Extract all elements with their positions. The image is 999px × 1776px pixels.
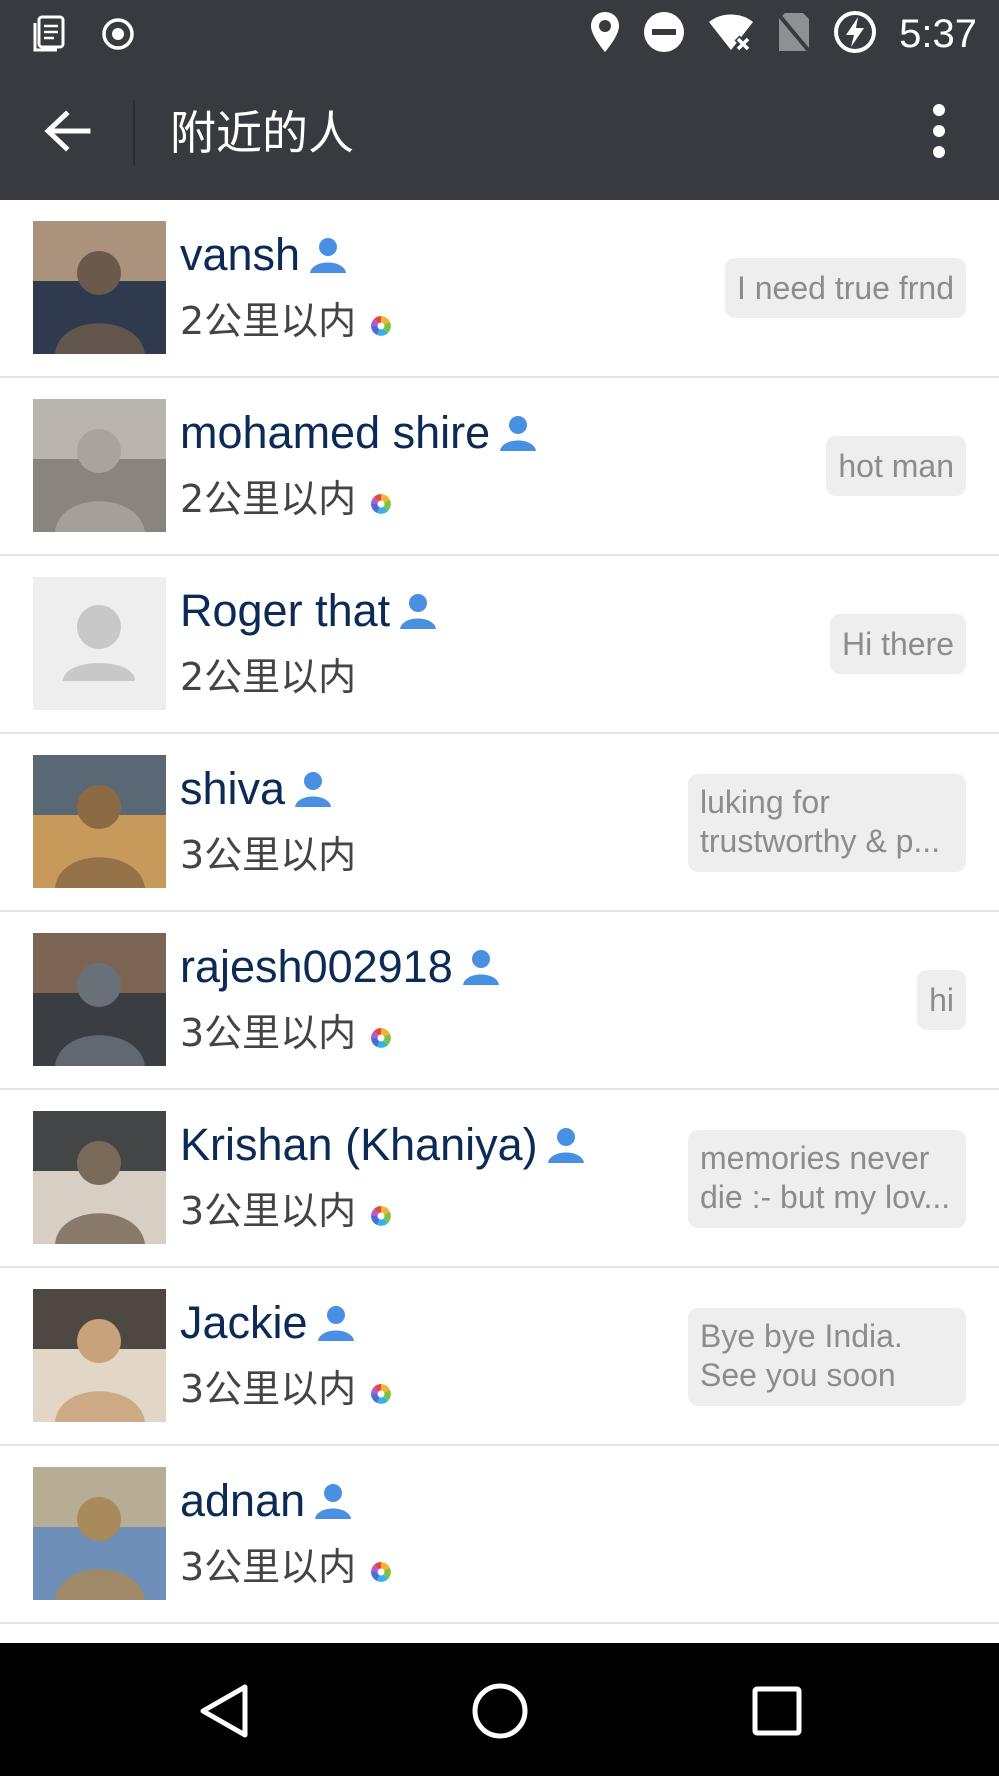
distance-line: 3公里以内 <box>180 1542 392 1592</box>
distance-label: 2公里以内 <box>180 655 357 699</box>
list-item[interactable]: shiva 3公里以内 luking for trustworthy & p... <box>0 734 999 912</box>
status-left <box>30 14 136 58</box>
avatar[interactable] <box>33 933 166 1066</box>
list-item[interactable]: mohamed shire 2公里以内 hot man <box>0 378 999 556</box>
distance-label: 3公里以内 <box>180 1545 357 1589</box>
moments-icon <box>370 1561 392 1583</box>
user-name: vansh <box>180 229 301 280</box>
list-item[interactable]: Roger that 2公里以内 Hi there <box>0 556 999 734</box>
back-button[interactable] <box>32 100 102 166</box>
user-name: mohamed shire <box>180 407 491 458</box>
location-icon <box>589 10 621 58</box>
notes-icon <box>30 14 70 58</box>
nav-back-button[interactable] <box>183 1673 263 1753</box>
name-line: adnan <box>180 1474 353 1528</box>
nav-recents-icon <box>751 1685 803 1741</box>
list-item[interactable]: vansh 2公里以内 I need true frnd <box>0 200 999 378</box>
distance-label: 2公里以内 <box>180 299 357 343</box>
distance-line: 2公里以内 <box>180 652 356 702</box>
avatar[interactable] <box>33 221 166 354</box>
user-name: Jackie <box>180 1297 308 1348</box>
more-options-button[interactable] <box>919 102 959 164</box>
list-item[interactable]: rajesh002918 3公里以内 hi <box>0 912 999 1090</box>
name-line: shiva <box>180 762 333 816</box>
user-name: rajesh002918 <box>180 941 453 992</box>
list-item[interactable]: Krishan (Khaniya) 3公里以内 memories never die… <box>0 1090 999 1268</box>
moments-icon <box>370 1027 392 1049</box>
avatar[interactable] <box>33 1467 166 1600</box>
distance-label: 3公里以内 <box>180 1189 357 1233</box>
status-bar: 5:37 <box>0 0 999 66</box>
male-icon <box>313 1481 353 1521</box>
nav-home-icon <box>470 1681 530 1745</box>
distance-label: 3公里以内 <box>180 1011 357 1055</box>
male-icon <box>398 591 438 631</box>
user-name: shiva <box>180 763 286 814</box>
signature-bubble: hot man <box>826 436 966 496</box>
signature-bubble: memories never die :- but my lov... <box>688 1130 966 1228</box>
arrow-back-icon <box>42 109 92 157</box>
clock: 5:37 <box>899 12 977 56</box>
page-title: 附近的人 <box>170 106 354 160</box>
battery-charging-icon <box>833 10 877 58</box>
avatar[interactable] <box>33 399 166 532</box>
moments-icon <box>370 1205 392 1227</box>
user-name: adnan <box>180 1475 306 1526</box>
nav-recents-button[interactable] <box>737 1673 817 1753</box>
distance-line: 3公里以内 <box>180 1186 392 1236</box>
male-icon <box>498 413 538 453</box>
signature-bubble: Hi there <box>829 614 966 674</box>
signature-bubble: luking for trustworthy & p... <box>688 774 966 872</box>
distance-line: 2公里以内 <box>180 474 392 524</box>
avatar[interactable] <box>33 577 166 710</box>
name-line: Krishan (Khaniya) <box>180 1118 586 1172</box>
signature-bubble: Bye bye India. See you soon <box>688 1308 966 1406</box>
male-icon <box>461 947 501 987</box>
user-name: Krishan (Khaniya) <box>180 1119 538 1170</box>
signature-bubble: I need true frnd <box>724 258 966 318</box>
navigation-bar <box>0 1643 999 1776</box>
nav-home-button[interactable] <box>460 1673 540 1753</box>
nav-back-icon <box>195 1681 251 1745</box>
distance-line: 2公里以内 <box>180 296 392 346</box>
do-not-disturb-icon <box>643 11 685 57</box>
list-item[interactable]: Jackie 3公里以内 Bye bye India. See you soon <box>0 1268 999 1446</box>
record-icon <box>100 16 136 56</box>
app-bar: 附近的人 <box>0 66 999 200</box>
signature-bubble: hi <box>917 970 966 1030</box>
distance-line: 3公里以内 <box>180 830 356 880</box>
name-line: Jackie <box>180 1296 356 1350</box>
name-line: Roger that <box>180 584 438 638</box>
name-line: mohamed shire <box>180 406 538 460</box>
male-icon <box>546 1125 586 1165</box>
distance-line: 3公里以内 <box>180 1008 392 1058</box>
avatar[interactable] <box>33 1111 166 1244</box>
moments-icon <box>370 493 392 515</box>
distance-line: 3公里以内 <box>180 1364 392 1414</box>
distance-label: 3公里以内 <box>180 1367 357 1411</box>
male-icon <box>316 1303 356 1343</box>
more-vert-icon <box>932 103 946 163</box>
distance-label: 3公里以内 <box>180 833 357 877</box>
name-line: rajesh002918 <box>180 940 501 994</box>
male-icon <box>308 235 348 275</box>
male-icon <box>293 769 333 809</box>
user-name: Roger that <box>180 585 391 636</box>
moments-icon <box>370 315 392 337</box>
no-sim-icon <box>777 11 811 57</box>
name-line: vansh <box>180 228 348 282</box>
moments-icon <box>370 1383 392 1405</box>
nearby-people-list[interactable]: vansh 2公里以内 I need true frnd mohamed shire 2… <box>0 200 999 1643</box>
avatar[interactable] <box>33 1289 166 1422</box>
list-item[interactable]: adnan 3公里以内 <box>0 1446 999 1624</box>
avatar[interactable] <box>33 755 166 888</box>
distance-label: 2公里以内 <box>180 477 357 521</box>
wifi-off-icon <box>707 12 755 56</box>
status-right: 5:37 <box>589 10 977 58</box>
app-bar-divider <box>133 100 135 166</box>
